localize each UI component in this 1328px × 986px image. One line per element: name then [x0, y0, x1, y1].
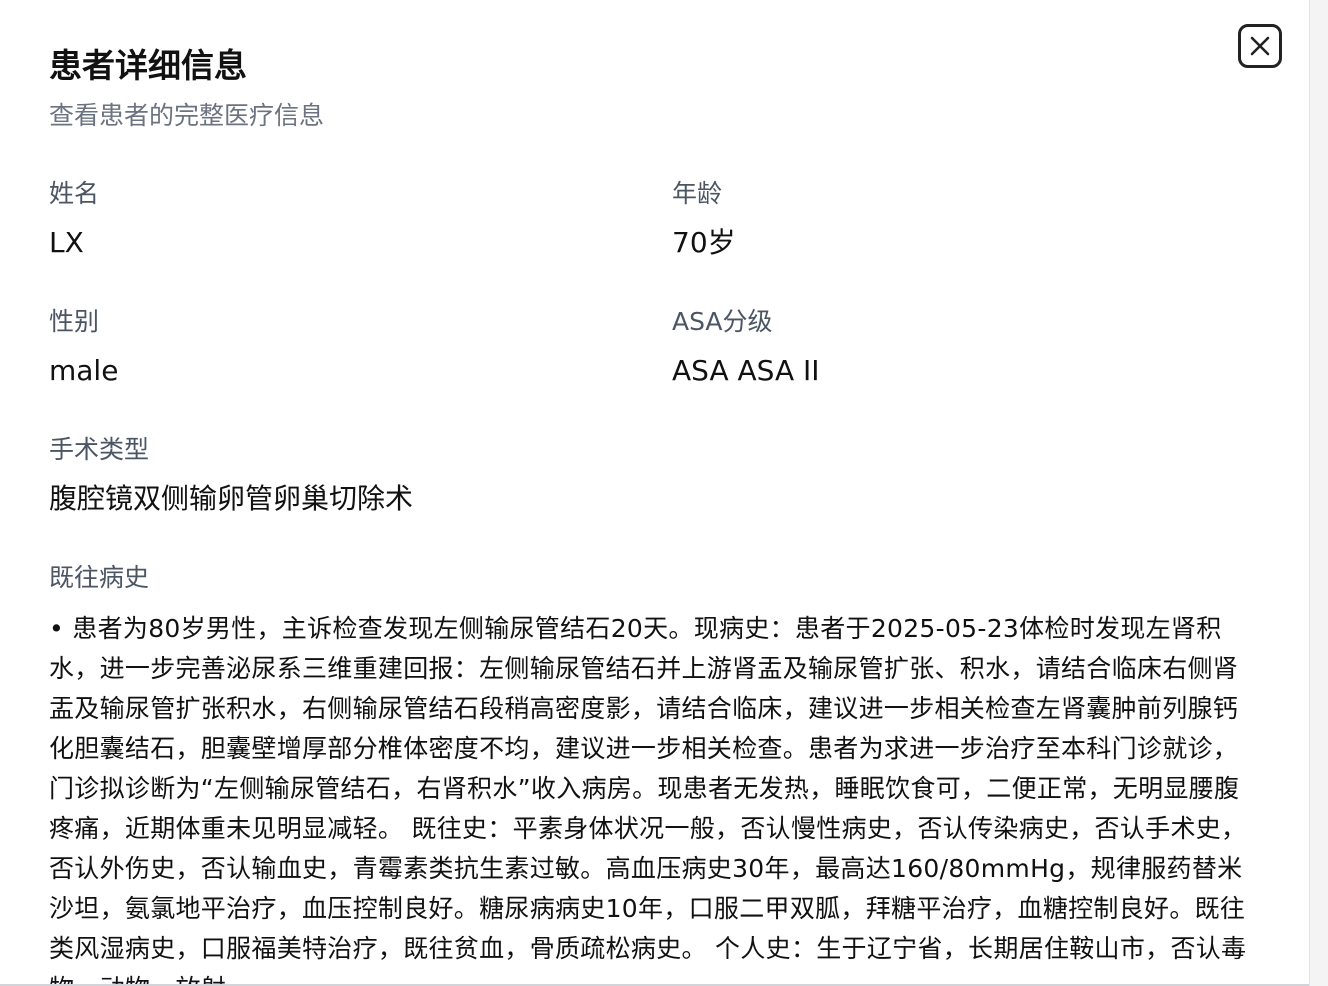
age-label: 年龄 [672, 179, 723, 208]
history-label: 既往病史 [49, 563, 150, 592]
close-icon [1250, 36, 1270, 56]
gender-value: male [49, 354, 119, 387]
name-label: 姓名 [49, 179, 100, 208]
surgery-value: 腹腔镜双侧输卵管卵巢切除术 [49, 482, 414, 515]
asa-field: ASA分级 ASA ASA II [672, 305, 820, 391]
dialog-title: 患者详细信息 [49, 46, 247, 85]
surgery-label: 手术类型 [49, 435, 150, 464]
gender-label: 性别 [49, 307, 100, 336]
scrollbar[interactable] [1309, 0, 1328, 986]
name-value: LX [49, 226, 84, 259]
age-field: 年龄 70岁 [672, 177, 736, 263]
asa-value: ASA ASA II [672, 354, 820, 387]
asa-label: ASA分级 [672, 307, 773, 336]
age-value: 70岁 [672, 226, 736, 259]
name-field: 姓名 LX [49, 177, 99, 263]
history-field: 既往病史 [49, 561, 149, 595]
patient-detail-dialog: 患者详细信息 查看患者的完整医疗信息 姓名 LX 年龄 70岁 性别 male … [0, 0, 1310, 986]
history-text: • 患者为80岁男性，主诉检查发现左侧输尿管结石20天。现病史：患者于2025-… [49, 614, 1247, 986]
close-button[interactable] [1238, 24, 1282, 68]
gender-field: 性别 male [49, 305, 118, 391]
dialog-subtitle: 查看患者的完整医疗信息 [49, 101, 325, 130]
surgery-field: 手术类型 腹腔镜双侧输卵管卵巢切除术 [49, 433, 413, 519]
